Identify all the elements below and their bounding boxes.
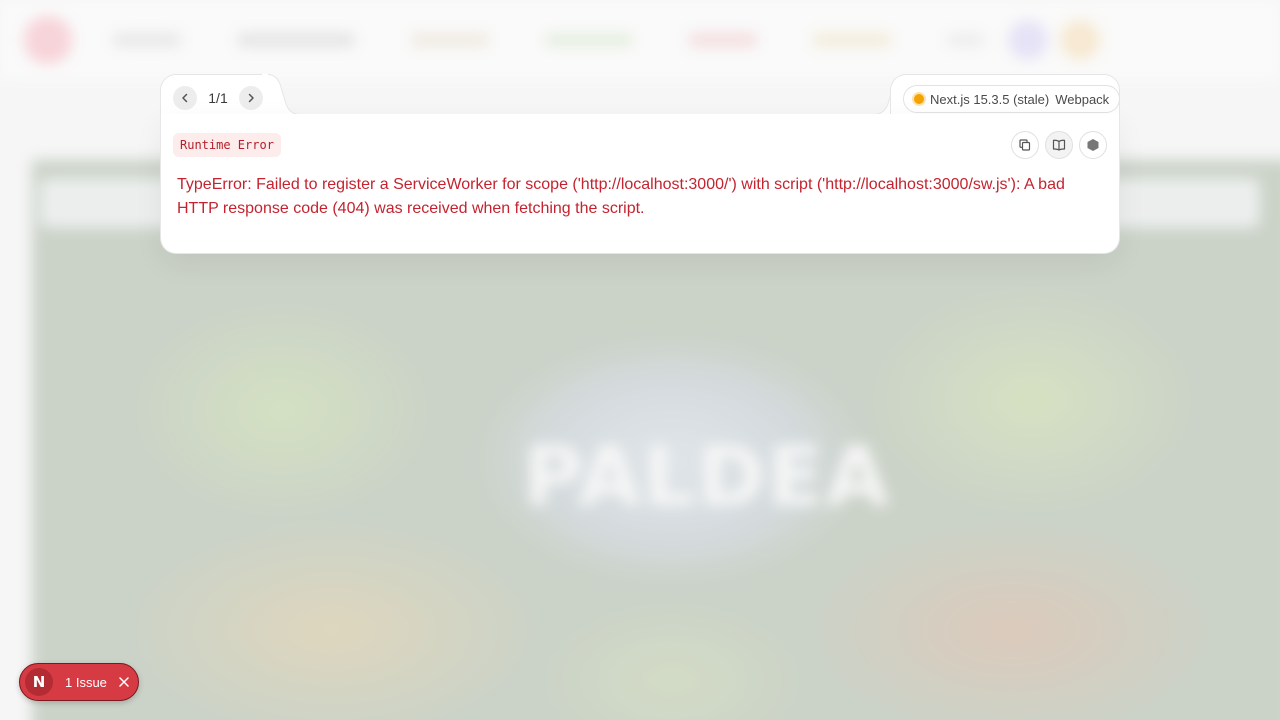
nextjs-logo-icon[interactable]: N xyxy=(25,668,53,696)
error-actions xyxy=(1011,131,1107,159)
chevron-left-icon xyxy=(182,93,188,103)
stale-status-dot xyxy=(914,94,924,104)
issue-count-label[interactable]: 1 Issue xyxy=(65,675,107,690)
copy-icon xyxy=(1019,139,1031,151)
bundler-label: Webpack xyxy=(1055,91,1110,107)
error-page-indicator: 1/1 xyxy=(208,90,228,106)
nextjs-version-label: Next.js 15.3.5 (stale) xyxy=(930,91,1050,107)
error-type-badge: Runtime Error xyxy=(173,133,281,157)
issues-badge[interactable]: N 1 Issue xyxy=(19,663,139,701)
copy-error-button[interactable] xyxy=(1011,131,1039,159)
close-icon[interactable] xyxy=(117,675,131,689)
error-panel: Runtime Error TypeError: Failed to regis… xyxy=(160,114,1120,254)
node-icon xyxy=(1087,139,1099,151)
error-pagination: 1/1 xyxy=(173,86,263,110)
chevron-right-icon xyxy=(248,93,254,103)
next-error-button[interactable] xyxy=(239,86,263,110)
tab-curve-left xyxy=(262,74,302,116)
docs-button[interactable] xyxy=(1045,131,1073,159)
nextjs-version-badge[interactable]: Next.js 15.3.5 (stale) Webpack xyxy=(903,85,1121,113)
previous-error-button[interactable] xyxy=(173,86,197,110)
book-icon xyxy=(1052,139,1066,151)
close-x-glyph xyxy=(119,677,129,687)
error-message: TypeError: Failed to register a ServiceW… xyxy=(177,176,1065,217)
node-inspector-button[interactable] xyxy=(1079,131,1107,159)
